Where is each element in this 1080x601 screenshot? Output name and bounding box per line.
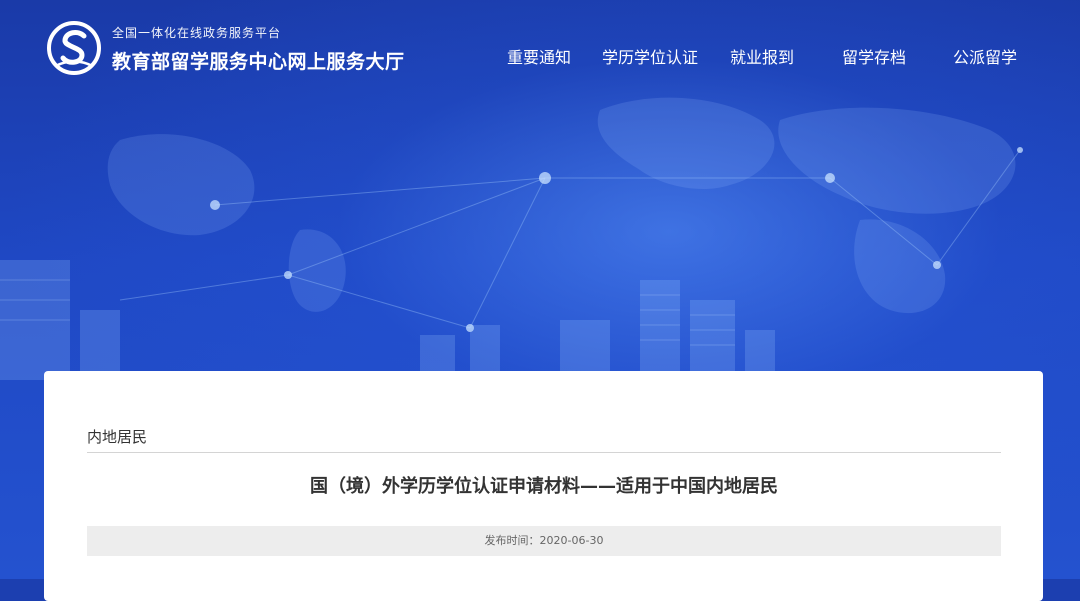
site-title: 教育部留学服务中心网上服务大厅 (112, 51, 405, 73)
nav-item-government-sponsored[interactable]: 公派留学 (953, 44, 1017, 68)
site-brand[interactable]: 全国一体化在线政务服务平台 教育部留学服务中心网上服务大厅 (46, 20, 405, 76)
nav-item-employment-report[interactable]: 就业报到 (730, 44, 794, 68)
publish-date: 2020-06-30 (539, 534, 604, 547)
nav-item-degree-verification[interactable]: 学历学位认证 (602, 44, 698, 68)
nav-item-study-archive[interactable]: 留学存档 (842, 44, 906, 68)
article-category[interactable]: 内地居民 (87, 426, 147, 447)
publish-info-bar: 发布时间：2020-06-30 (87, 526, 1001, 556)
divider (87, 452, 1001, 453)
article-title: 国（境）外学历学位认证申请材料——适用于中国内地居民 (310, 476, 778, 497)
cscse-logo-icon (47, 21, 101, 75)
nav-item-notices[interactable]: 重要通知 (507, 44, 571, 68)
publish-label: 发布时间： (484, 534, 540, 547)
article-card: 内地居民 国（境）外学历学位认证申请材料——适用于中国内地居民 发布时间：202… (44, 371, 1043, 601)
platform-subtitle: 全国一体化在线政务服务平台 (112, 26, 282, 40)
